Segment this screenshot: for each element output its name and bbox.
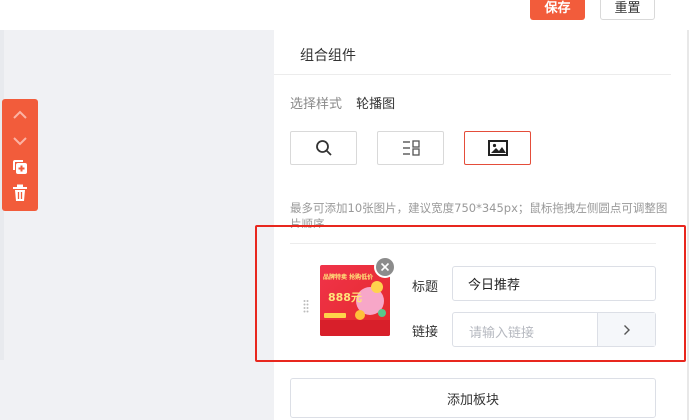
component-toolbar: [2, 99, 38, 211]
upload-hint: 最多可添加10张图片，建议宽度750*345px；鼠标拖拽左侧圆点可调整图片顺序: [290, 201, 668, 228]
save-button[interactable]: 保存: [530, 0, 585, 20]
panel-title: 组合组件: [300, 48, 356, 64]
image-icon: [487, 140, 508, 156]
style-grid-list-button[interactable]: [377, 131, 444, 165]
style-label: 选择样式: [290, 97, 343, 112]
copy-add-icon[interactable]: [10, 157, 30, 177]
add-block-button[interactable]: 添加板块: [290, 378, 656, 418]
reset-button[interactable]: 重置: [600, 0, 655, 20]
chevron-down-icon[interactable]: [10, 131, 30, 151]
style-image-button[interactable]: [464, 131, 531, 165]
style-value: 轮播图: [356, 97, 396, 112]
style-row: 选择样式 轮播图: [290, 93, 395, 112]
chevron-up-icon[interactable]: [10, 105, 30, 125]
grid-list-icon: [402, 140, 420, 156]
top-bar: 保存 重置: [0, 0, 689, 30]
divider: [274, 74, 671, 75]
trash-icon[interactable]: [10, 183, 30, 203]
search-icon: [315, 140, 332, 156]
highlight-box: [255, 225, 686, 362]
canvas-area: [0, 30, 274, 420]
style-search-button[interactable]: [290, 131, 357, 165]
